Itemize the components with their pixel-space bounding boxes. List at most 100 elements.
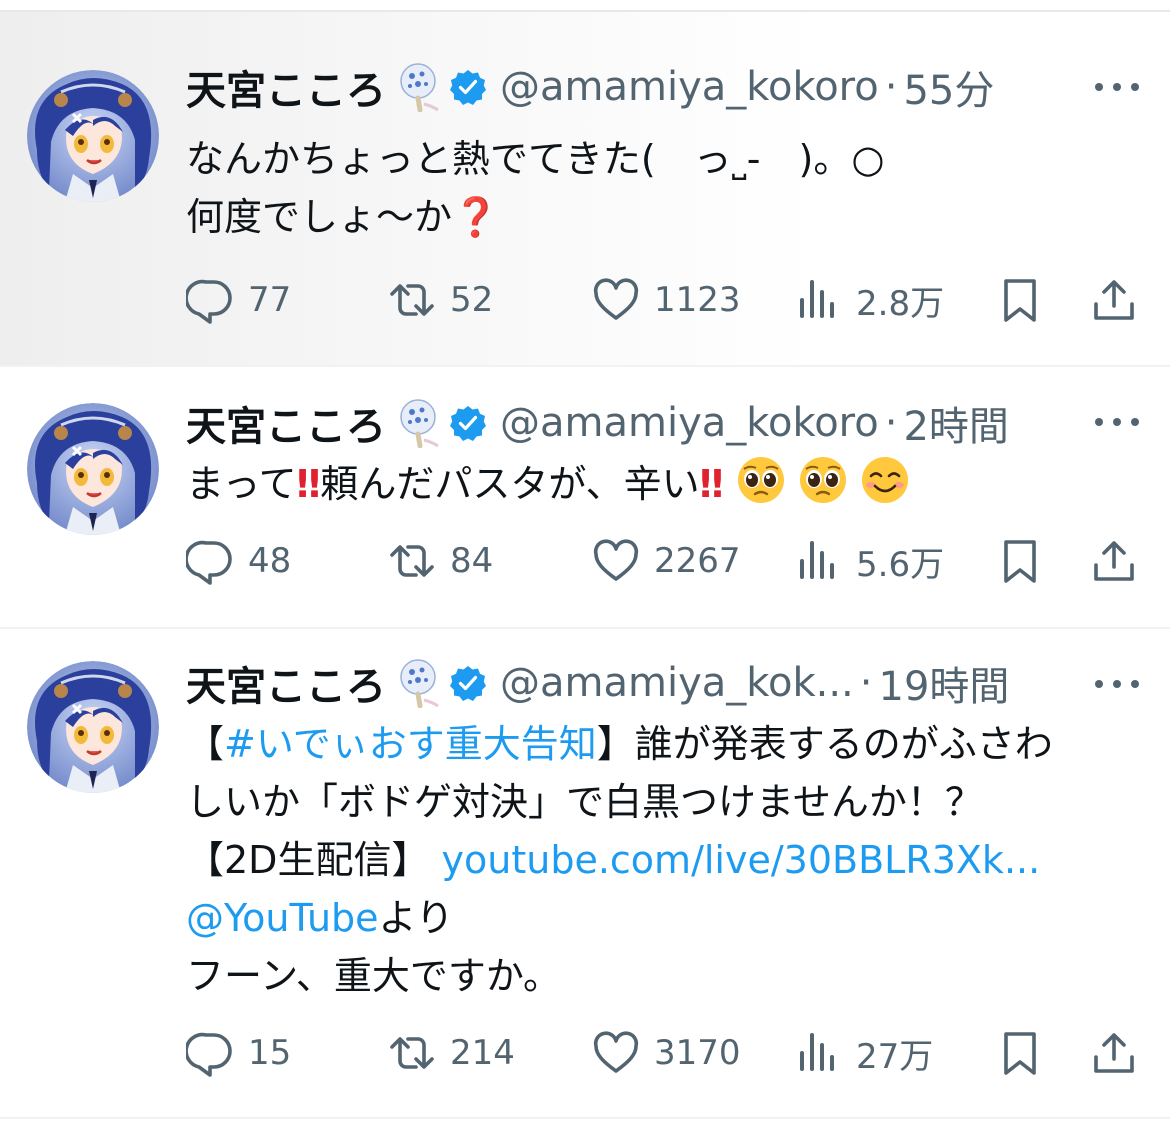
timestamp[interactable]: 55分 bbox=[903, 58, 994, 116]
avatar[interactable] bbox=[27, 70, 159, 202]
separator-dot: · bbox=[859, 660, 873, 706]
reply-icon bbox=[186, 540, 232, 585]
tweet-line: しいか「ボドゲ対決」で白黒つけませんか！？ bbox=[186, 780, 983, 824]
display-name[interactable]: 天宮こころ bbox=[186, 58, 386, 116]
handle[interactable]: @amamiya_kokoro bbox=[500, 64, 879, 110]
tweet-line: 【#いでぃおす重大告知】誰が発表するのがふさわ bbox=[186, 715, 1053, 773]
repost-icon bbox=[390, 545, 434, 577]
double-exclamation-emoji: ‼ bbox=[296, 462, 321, 506]
bookmark-button[interactable] bbox=[996, 270, 1044, 330]
separator-dot: · bbox=[884, 64, 898, 110]
share-button[interactable] bbox=[1090, 1023, 1138, 1083]
verified-badge-icon bbox=[450, 69, 486, 105]
views-count: 2.8万 bbox=[856, 283, 945, 324]
views-button[interactable]: 27万 bbox=[794, 1023, 933, 1083]
repost-count: 84 bbox=[450, 541, 494, 581]
views-count: 5.6万 bbox=[856, 544, 945, 585]
like-button[interactable]: 2267 bbox=[592, 531, 741, 591]
display-name[interactable]: 天宮こころ bbox=[186, 654, 386, 712]
double-exclamation-emoji: ‼ bbox=[699, 462, 724, 506]
verified-badge-icon bbox=[450, 405, 486, 441]
share-icon bbox=[1094, 541, 1134, 581]
repost-button[interactable]: 84 bbox=[388, 531, 493, 591]
display-name[interactable]: 天宮こころ bbox=[186, 394, 386, 452]
tweet[interactable]: 天宮こころ @amamiya_kokoro · 2時間 まって‼頼んだパスタが、… bbox=[0, 367, 1170, 629]
tweet-text: なんかちょっと熱でてきた( っ˽- )。○ 何度でしょ〜か❓ bbox=[186, 130, 885, 246]
like-count: 3170 bbox=[654, 1033, 741, 1073]
like-icon bbox=[593, 539, 639, 581]
handle[interactable]: @amamiya_kokoro bbox=[500, 400, 879, 446]
like-button[interactable]: 1123 bbox=[592, 270, 741, 330]
avatar[interactable] bbox=[27, 661, 159, 793]
tweet-text: まって‼頼んだパスタが、辛い‼ bbox=[186, 455, 922, 513]
like-icon bbox=[593, 1031, 639, 1073]
bookmark-icon bbox=[1004, 540, 1036, 583]
tweet-header: 天宮こころ @amamiya_kokoro · 2時間 bbox=[186, 393, 1009, 453]
views-icon bbox=[800, 280, 834, 318]
avatar[interactable] bbox=[27, 403, 159, 535]
repost-icon bbox=[390, 1037, 434, 1069]
tweet-header: 天宮こころ @amamiya_kok... · 19時間 bbox=[186, 653, 1009, 713]
timestamp[interactable]: 2時間 bbox=[903, 394, 1008, 452]
mention-link[interactable]: @YouTube bbox=[186, 896, 379, 940]
verified-badge-icon bbox=[450, 665, 486, 701]
tweet-header: 天宮こころ @amamiya_kokoro · 55分 bbox=[186, 57, 994, 117]
pleading-face-emoji bbox=[798, 455, 847, 505]
share-button[interactable] bbox=[1090, 531, 1138, 591]
like-count: 1123 bbox=[654, 280, 741, 320]
youtube-link[interactable]: youtube.com/live/30BBLR3Xk... bbox=[442, 838, 1041, 882]
tweet[interactable]: 天宮こころ @amamiya_kokoro · 55分 なんかちょっと熱でてきた… bbox=[0, 12, 1170, 367]
like-button[interactable]: 3170 bbox=[592, 1023, 741, 1083]
bookmark-button[interactable] bbox=[996, 1023, 1044, 1083]
repost-count: 52 bbox=[450, 280, 494, 320]
reply-icon bbox=[186, 279, 232, 324]
repost-count: 214 bbox=[450, 1033, 515, 1073]
reply-count: 15 bbox=[248, 1033, 292, 1073]
bookmark-icon bbox=[1004, 279, 1036, 322]
tweet-line: 何度でしょ〜か❓ bbox=[186, 188, 885, 246]
like-count: 2267 bbox=[654, 541, 741, 581]
more-icon[interactable] bbox=[1092, 72, 1142, 102]
pleading-face-emoji bbox=[736, 455, 785, 505]
hashtag-link[interactable]: #いでぃおす重大告知 bbox=[224, 722, 597, 766]
action-bar: 15 214 3170 27万 bbox=[0, 1023, 1170, 1083]
views-count: 27万 bbox=[856, 1036, 934, 1077]
views-icon bbox=[800, 1033, 834, 1071]
tweet-line-text: 何度でしょ〜か bbox=[186, 195, 453, 239]
share-icon bbox=[1094, 280, 1134, 320]
more-icon[interactable] bbox=[1092, 669, 1142, 699]
repost-button[interactable]: 52 bbox=[388, 270, 493, 330]
timestamp[interactable]: 19時間 bbox=[879, 654, 1010, 712]
uchiwa-fan-icon bbox=[398, 62, 442, 112]
repost-icon bbox=[390, 284, 434, 316]
reply-count: 77 bbox=[248, 280, 292, 320]
tweet-line: なんかちょっと熱でてきた( っ˽- )。○ bbox=[186, 137, 885, 181]
views-button[interactable]: 2.8万 bbox=[794, 270, 944, 330]
bookmark-icon bbox=[1004, 1032, 1036, 1075]
tweet-text-part: 頼んだパスタが、辛い bbox=[320, 462, 700, 506]
tweet-text-part: 】誰が発表するのがふさわ bbox=[596, 722, 1053, 766]
repost-button[interactable]: 214 bbox=[388, 1023, 515, 1083]
uchiwa-fan-icon bbox=[398, 658, 442, 708]
reply-button[interactable]: 15 bbox=[186, 1023, 291, 1083]
bookmark-button[interactable] bbox=[996, 531, 1044, 591]
smiling-face-emoji bbox=[860, 455, 909, 505]
tweet[interactable]: 天宮こころ @amamiya_kok... · 19時間 【#いでぃおす重大告知… bbox=[0, 629, 1170, 1119]
separator-dot: · bbox=[884, 400, 898, 446]
uchiwa-fan-icon bbox=[398, 398, 442, 448]
share-button[interactable] bbox=[1090, 270, 1138, 330]
reply-icon bbox=[186, 1032, 232, 1077]
views-button[interactable]: 5.6万 bbox=[794, 531, 944, 591]
action-bar: 77 52 1123 2.8万 bbox=[0, 270, 1170, 330]
reply-button[interactable]: 48 bbox=[186, 531, 291, 591]
bracket-open: 【 bbox=[186, 722, 225, 766]
reply-count: 48 bbox=[248, 541, 292, 581]
tweet-line: @YouTubeより bbox=[186, 889, 1053, 947]
reply-button[interactable]: 77 bbox=[186, 270, 291, 330]
like-icon bbox=[593, 278, 639, 320]
action-bar: 48 84 2267 5.6万 bbox=[0, 531, 1170, 591]
more-icon[interactable] bbox=[1092, 407, 1142, 437]
question-emoji: ❓ bbox=[452, 195, 500, 239]
tweet-text-part: 【2D生配信】 bbox=[186, 838, 442, 882]
handle[interactable]: @amamiya_kok... bbox=[500, 660, 854, 706]
